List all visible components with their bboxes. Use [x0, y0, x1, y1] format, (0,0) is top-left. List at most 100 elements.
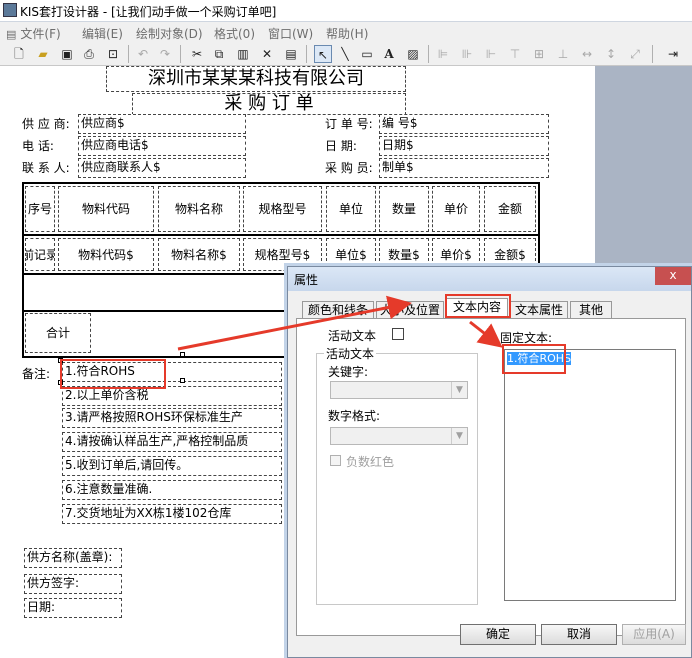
company-name[interactable]: 深圳市某某某科技有限公司 — [106, 66, 406, 92]
note-line[interactable]: 2.以上单价含税 — [62, 386, 282, 406]
toolbar-separator — [128, 45, 129, 63]
phone-field[interactable]: 供应商电话$ — [78, 136, 246, 156]
table-header-cell[interactable]: 物料代码 — [58, 186, 154, 232]
table-header-cell[interactable]: 单位 — [326, 186, 376, 232]
table-header-cell[interactable]: 规格型号 — [243, 186, 322, 232]
note-line[interactable]: 5.收到订单后,请回传。 — [62, 456, 282, 476]
text-icon[interactable]: A — [380, 45, 398, 63]
line-icon[interactable]: ╲ — [336, 45, 354, 63]
table-header-cell[interactable]: 单价 — [432, 186, 480, 232]
delete-icon[interactable]: ✕ — [258, 45, 276, 63]
table-header-cell[interactable]: 数量 — [379, 186, 429, 232]
ok-button[interactable]: 确定 — [460, 624, 536, 645]
align-bottom-icon[interactable]: ⊥ — [554, 45, 572, 63]
toolbar-separator — [180, 45, 181, 63]
save-icon[interactable]: ▣ — [58, 45, 76, 63]
keyword-label: 关键字: — [328, 365, 369, 379]
cut-icon[interactable]: ✂ — [188, 45, 206, 63]
supplier-stamp-field[interactable]: 供方名称(盖章): — [24, 548, 122, 568]
open-icon[interactable]: ▰ — [34, 45, 52, 63]
order-no-field[interactable]: 编 号$ — [379, 114, 549, 134]
supplier-field[interactable]: 供应商$ — [78, 114, 246, 134]
same-height-icon[interactable]: ↕ — [602, 45, 620, 63]
menu-help[interactable]: 帮助(H) — [326, 25, 368, 42]
menu-window[interactable]: 窗口(W) — [268, 25, 313, 42]
chevron-down-icon: ▼ — [451, 428, 467, 444]
active-text-label: 活动文本 — [328, 329, 377, 343]
print-preview-icon[interactable]: ⊡ — [104, 45, 122, 63]
apply-button[interactable]: 应用(A) — [622, 624, 686, 645]
table-divider — [22, 234, 540, 236]
date-field[interactable]: 日期$ — [379, 136, 549, 156]
active-text-checkbox[interactable] — [392, 328, 404, 340]
chevron-down-icon: ▼ — [451, 382, 467, 398]
menu-format[interactable]: 格式(0) — [214, 25, 255, 42]
window-title: KIS套打设计器 - [让我们动手做一个采购订单吧] — [20, 5, 277, 19]
number-format-select[interactable]: ▼ — [330, 427, 468, 445]
select-arrow-icon[interactable]: ↖ — [314, 45, 332, 63]
dialog-title-bar[interactable]: 属性 x — [288, 267, 691, 291]
keyword-select[interactable]: ▼ — [330, 381, 468, 399]
order-no-label: 订 单 号: — [325, 117, 373, 131]
table-data-cell[interactable]: 物料代码$ — [58, 238, 154, 271]
same-width-icon[interactable]: ↔ — [578, 45, 596, 63]
align-top-icon[interactable]: ⊤ — [506, 45, 524, 63]
buyer-field[interactable]: 制单$ — [379, 158, 549, 178]
selection-handle[interactable] — [180, 352, 185, 357]
negative-red-checkbox[interactable] — [330, 455, 341, 466]
paste-icon[interactable]: ▥ — [234, 45, 252, 63]
note-line[interactable]: 6.注意数量准确. — [62, 480, 282, 500]
align-left-icon[interactable]: ⊫ — [434, 45, 452, 63]
align-right-icon[interactable]: ⊩ — [482, 45, 500, 63]
cancel-button[interactable]: 取消 — [541, 624, 617, 645]
fixed-text-area[interactable]: 1.符合ROHS — [504, 349, 676, 601]
picture-icon[interactable]: ▨ — [404, 45, 422, 63]
date-label: 日 期: — [325, 139, 357, 153]
menu-edit[interactable]: 编辑(E) — [82, 25, 123, 42]
table-data-cell[interactable]: 前记录 — [25, 238, 55, 271]
note-line[interactable]: 7.交货地址为XX栋1楼102仓库 — [62, 504, 282, 524]
buyer-label: 采 购 员: — [325, 161, 373, 175]
table-header-cell[interactable]: 金额 — [484, 186, 536, 232]
close-icon[interactable]: x — [655, 267, 691, 285]
table-header-cell[interactable]: 序号 — [25, 186, 55, 232]
exit-icon[interactable]: ⇥ — [664, 45, 682, 63]
title-bar: KIS套打设计器 - [让我们动手做一个采购订单吧] — [0, 0, 692, 22]
tab-size-position[interactable]: 大小及位置 — [376, 301, 444, 319]
menu-draw-objects[interactable]: 绘制对象(D) — [136, 25, 203, 42]
note-line[interactable]: 3.请严格按照ROHS环保标准生产 — [62, 408, 282, 428]
properties-icon[interactable]: ▤ — [282, 45, 300, 63]
tab-text-properties[interactable]: 文本属性 — [510, 301, 568, 319]
phone-label: 电 话: — [22, 139, 54, 153]
align-center-icon[interactable]: ⊪ — [458, 45, 476, 63]
contact-field[interactable]: 供应商联系人$ — [78, 158, 246, 178]
note-line[interactable]: 4.请按确认样品生产,严格控制品质 — [62, 432, 282, 452]
new-icon[interactable]: 🗋 — [10, 45, 28, 63]
footer-date-field[interactable]: 日期: — [24, 598, 122, 618]
toolbar-separator — [652, 45, 653, 63]
table-header-cell[interactable]: 物料名称 — [158, 186, 240, 232]
print-icon[interactable]: ⎙ — [80, 45, 98, 63]
total-label[interactable]: 合计 — [25, 313, 91, 353]
redo-icon[interactable]: ↷ — [156, 45, 174, 63]
contact-label: 联 系 人: — [22, 161, 70, 175]
tab-color-lines[interactable]: 颜色和线条 — [302, 301, 374, 319]
dialog-title: 属性 — [294, 273, 319, 287]
selection-handle[interactable] — [180, 378, 185, 383]
tab-other[interactable]: 其他 — [570, 301, 612, 319]
menu-file[interactable]: ▤ 文件(F) — [6, 25, 61, 42]
menu-bar: ▤ 文件(F) 编辑(E) 绘制对象(D) 格式(0) 窗口(W) 帮助(H) — [0, 22, 692, 42]
active-text-group-title: 活动文本 — [324, 345, 377, 362]
supplier-signature-field[interactable]: 供方签字: — [24, 574, 122, 594]
align-middle-icon[interactable]: ⊞ — [530, 45, 548, 63]
file-menu-icon: ▤ — [6, 28, 17, 41]
document-title[interactable]: 采 购 订 单 — [132, 93, 406, 115]
app-icon — [3, 3, 17, 17]
properties-dialog[interactable]: 属性 x 颜色和线条 大小及位置 文本内容 文本属性 其他 活动文本 活动文本 … — [287, 266, 692, 658]
copy-icon[interactable]: ⧉ — [210, 45, 228, 63]
same-size-icon[interactable]: ⤢ — [626, 45, 644, 63]
annotation-box-fixed-text — [502, 344, 566, 374]
rectangle-icon[interactable]: ▭ — [358, 45, 376, 63]
table-data-cell[interactable]: 物料名称$ — [158, 238, 240, 271]
undo-icon[interactable]: ↶ — [134, 45, 152, 63]
